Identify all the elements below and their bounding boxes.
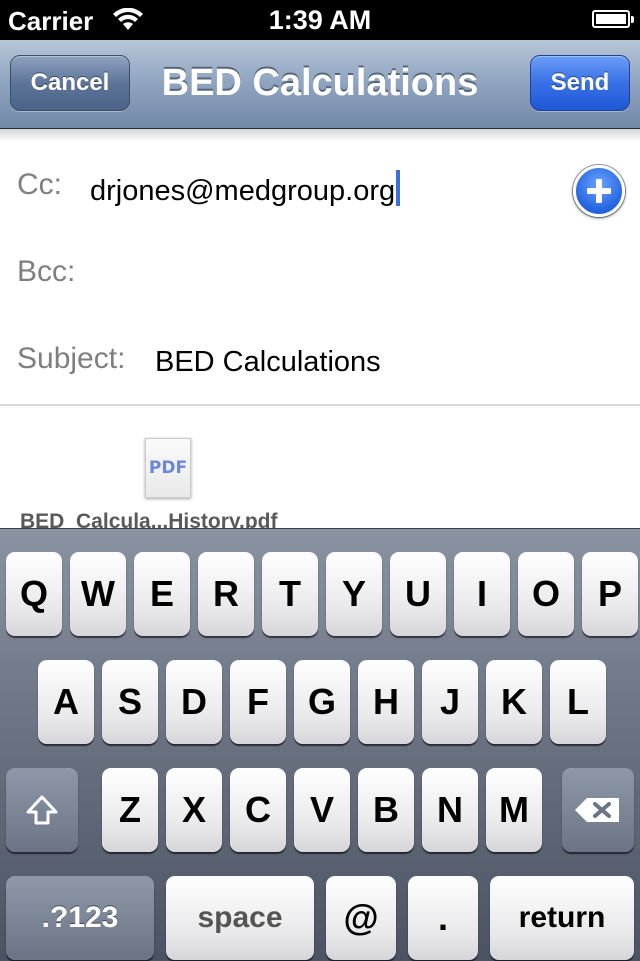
key-h[interactable]: H bbox=[358, 660, 414, 744]
key-d[interactable]: D bbox=[166, 660, 222, 744]
status-bar: Carrier 1:39 AM bbox=[0, 0, 640, 40]
key-a[interactable]: A bbox=[38, 660, 94, 744]
key-k[interactable]: K bbox=[486, 660, 542, 744]
send-button[interactable]: Send bbox=[530, 55, 630, 111]
message-body[interactable]: PDF BED_Calcula...History.pdf bbox=[0, 406, 640, 528]
key-g[interactable]: G bbox=[294, 660, 350, 744]
text-cursor bbox=[396, 170, 401, 206]
key-j[interactable]: J bbox=[422, 660, 478, 744]
delete-key[interactable] bbox=[562, 768, 634, 852]
add-contact-button[interactable] bbox=[573, 165, 625, 217]
shift-key[interactable] bbox=[6, 768, 78, 852]
key-r[interactable]: R bbox=[198, 552, 254, 636]
attachment-filename: BED_Calcula...History.pdf bbox=[20, 510, 278, 528]
shift-arrow-icon bbox=[26, 795, 58, 825]
dot-key[interactable]: . bbox=[408, 876, 478, 960]
return-key[interactable]: return bbox=[490, 876, 634, 960]
key-z[interactable]: Z bbox=[102, 768, 158, 852]
subject-input[interactable]: BED Calculations bbox=[155, 346, 381, 379]
key-f[interactable]: F bbox=[230, 660, 286, 744]
key-e[interactable]: E bbox=[134, 552, 190, 636]
key-y[interactable]: Y bbox=[326, 552, 382, 636]
keyboard-row-1: Q W E R T Y U I O P bbox=[0, 552, 640, 636]
key-t[interactable]: T bbox=[262, 552, 318, 636]
key-c[interactable]: C bbox=[230, 768, 286, 852]
battery-icon bbox=[592, 10, 634, 28]
key-n[interactable]: N bbox=[422, 768, 478, 852]
key-x[interactable]: X bbox=[166, 768, 222, 852]
key-l[interactable]: L bbox=[550, 660, 606, 744]
subject-label: Subject: bbox=[17, 342, 126, 375]
key-w[interactable]: W bbox=[70, 552, 126, 636]
bcc-field-row[interactable]: Bcc: bbox=[0, 229, 640, 318]
keyboard-row-2: A S D F G H J K L bbox=[0, 660, 640, 744]
key-b[interactable]: B bbox=[358, 768, 414, 852]
key-i[interactable]: I bbox=[454, 552, 510, 636]
keyboard-row-3: Z X C V B N M bbox=[0, 768, 640, 852]
clock: 1:39 AM bbox=[268, 5, 372, 35]
bcc-label: Bcc: bbox=[17, 255, 76, 288]
backspace-icon bbox=[575, 798, 619, 822]
keyboard: Q W E R T Y U I O P A S D F G H J K L Z … bbox=[0, 528, 640, 961]
nav-bar: Cancel BED Calculations Send bbox=[0, 40, 640, 129]
key-v[interactable]: V bbox=[294, 768, 350, 852]
subject-field-row[interactable]: Subject: BED Calculations bbox=[0, 316, 640, 406]
key-q[interactable]: Q bbox=[6, 552, 62, 636]
keyboard-row-4: .?123 space @ . return bbox=[0, 876, 640, 960]
cc-value: drjones@medgroup.org bbox=[90, 175, 396, 207]
key-s[interactable]: S bbox=[102, 660, 158, 744]
cc-field-row[interactable]: Cc: drjones@medgroup.org bbox=[0, 142, 640, 231]
key-u[interactable]: U bbox=[390, 552, 446, 636]
nav-shadow bbox=[0, 128, 640, 142]
plus-icon bbox=[587, 179, 611, 203]
key-o[interactable]: O bbox=[518, 552, 574, 636]
cc-label: Cc: bbox=[17, 168, 62, 201]
space-key[interactable]: space bbox=[166, 876, 314, 960]
key-p[interactable]: P bbox=[582, 552, 638, 636]
pdf-file-icon[interactable]: PDF bbox=[145, 438, 191, 498]
numbers-key[interactable]: .?123 bbox=[6, 876, 154, 960]
key-m[interactable]: M bbox=[486, 768, 542, 852]
at-key[interactable]: @ bbox=[326, 876, 396, 960]
cc-input[interactable]: drjones@medgroup.org bbox=[90, 170, 401, 208]
